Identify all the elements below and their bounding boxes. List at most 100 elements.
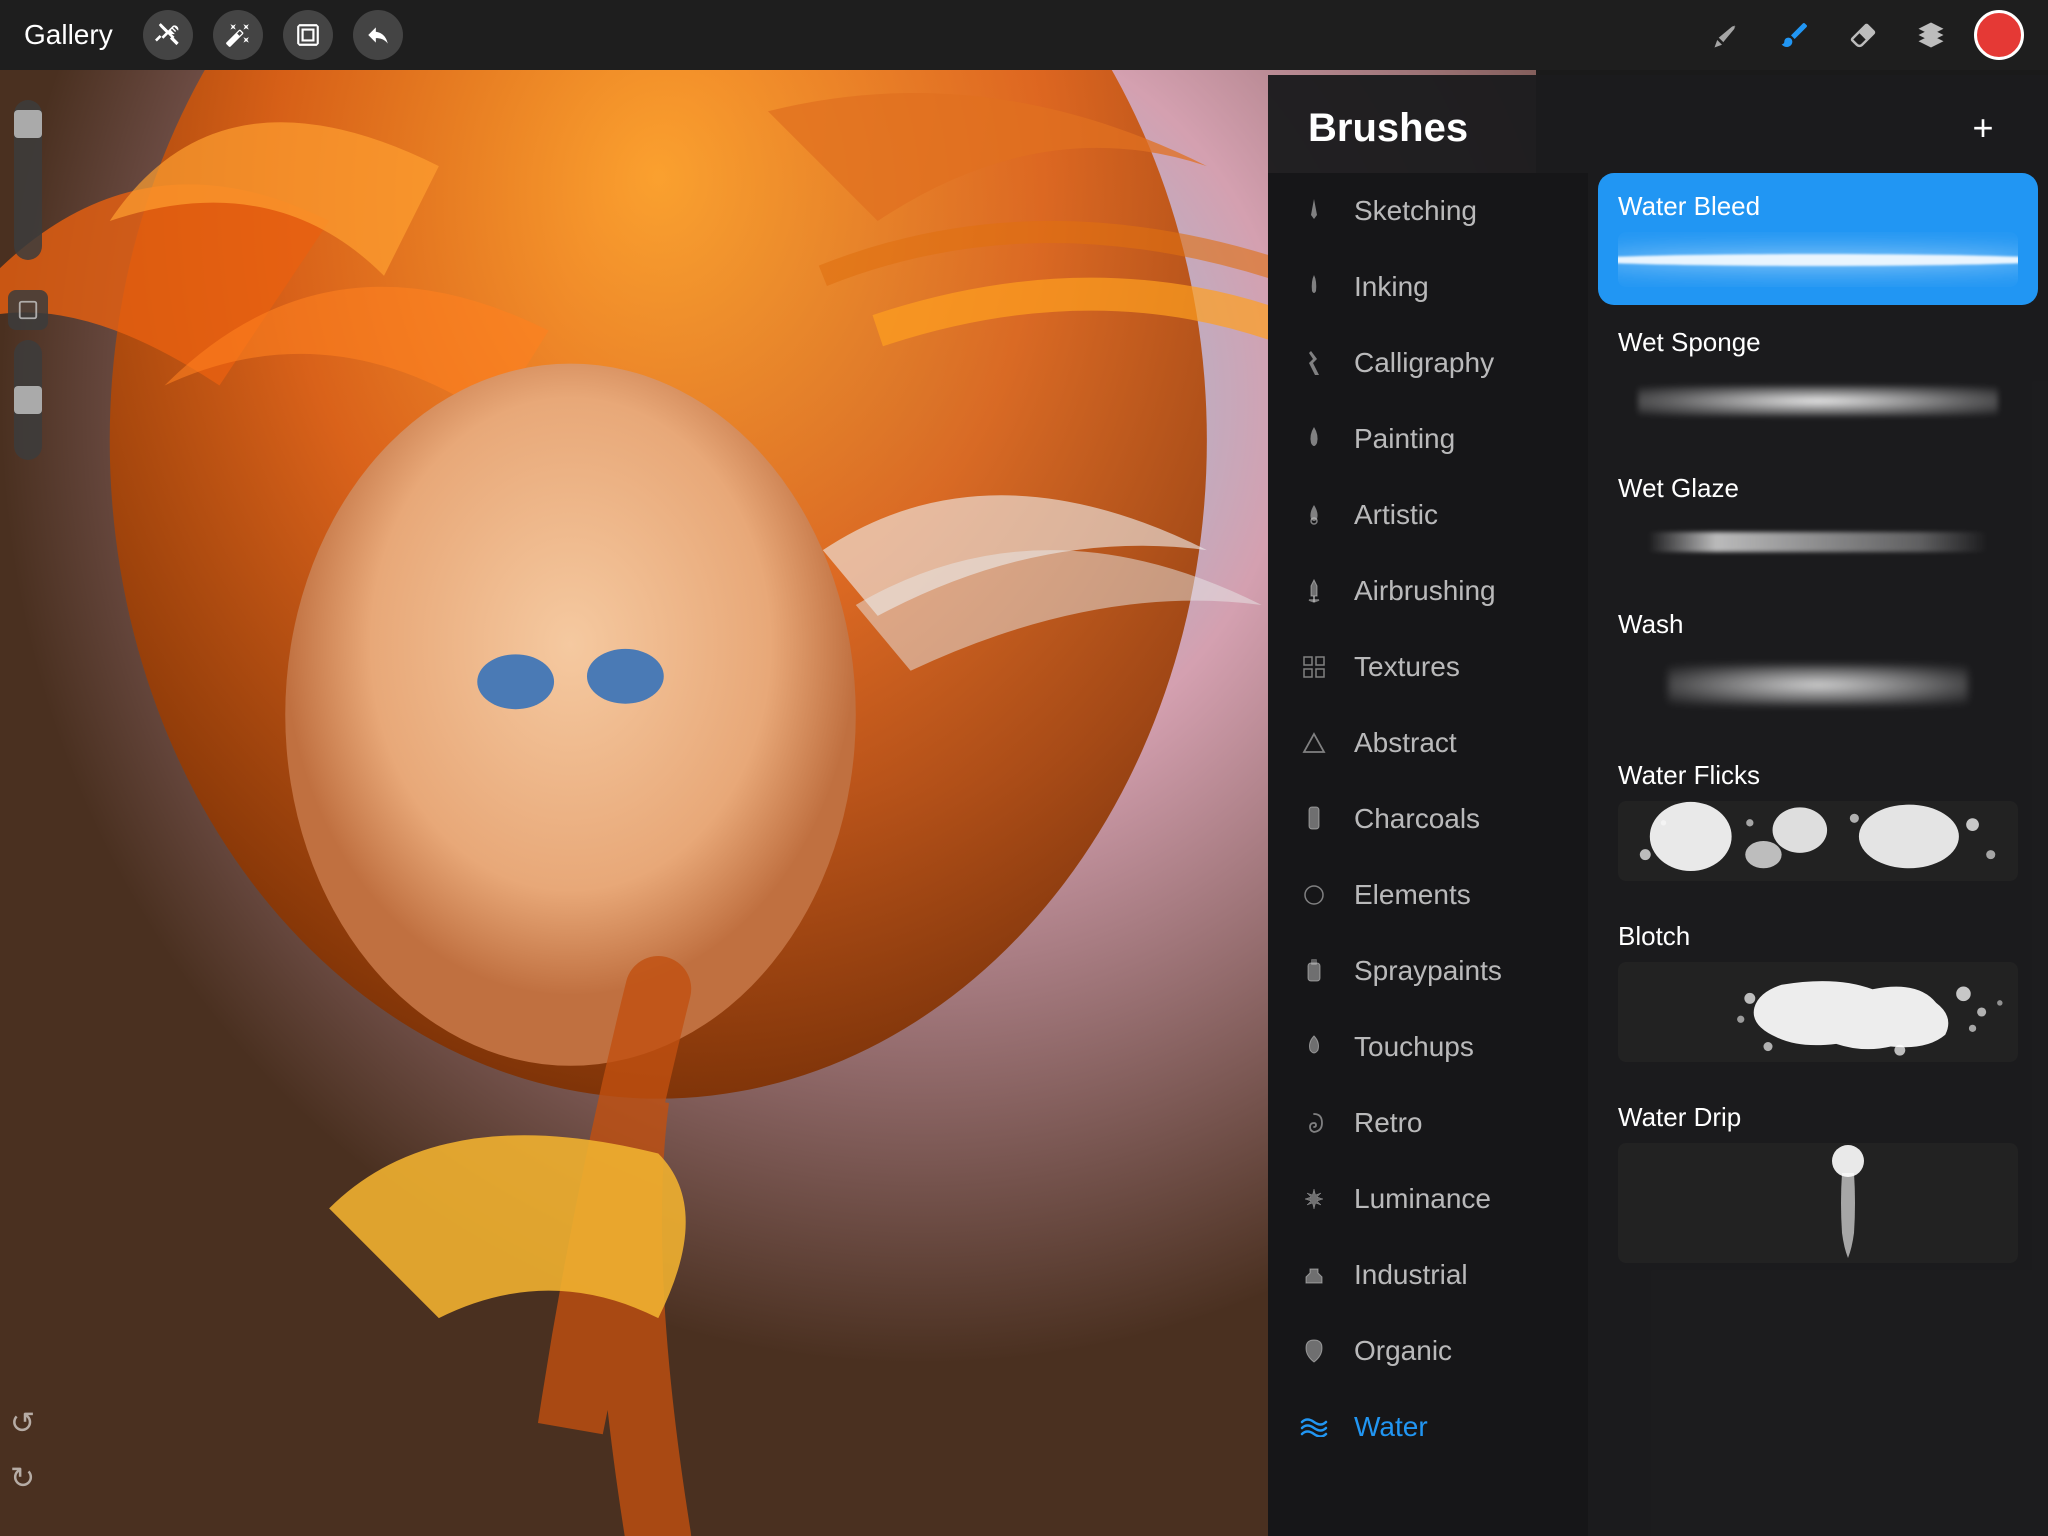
water-drip-stroke xyxy=(1808,1143,1888,1263)
pen-tool-button[interactable] xyxy=(1702,10,1752,60)
category-item-airbrushing[interactable]: Airbrushing xyxy=(1268,553,1588,629)
brush-item-wash[interactable]: Wash xyxy=(1598,591,2038,738)
category-item-industrial[interactable]: Industrial xyxy=(1268,1237,1588,1313)
wet-glaze-stroke xyxy=(1648,532,1988,552)
redo-button[interactable]: ↻ xyxy=(10,1461,35,1496)
organic-icon xyxy=(1296,1333,1332,1369)
calligraphy-icon xyxy=(1296,345,1332,381)
brush-name-wet-sponge: Wet Sponge xyxy=(1618,327,2018,358)
category-label-touchups: Touchups xyxy=(1354,1031,1474,1063)
layers-button[interactable] xyxy=(1906,10,1956,60)
category-label-luminance: Luminance xyxy=(1354,1183,1491,1215)
selection-tool-button[interactable] xyxy=(283,10,333,60)
brush-size-thumb[interactable] xyxy=(14,110,42,138)
painting-icon xyxy=(1296,421,1332,457)
brush-opacity-thumb[interactable] xyxy=(14,386,42,414)
category-item-spraypaints[interactable]: Spraypaints xyxy=(1268,933,1588,1009)
wash-stroke xyxy=(1668,665,1968,705)
category-label-sketching: Sketching xyxy=(1354,195,1477,227)
category-item-calligraphy[interactable]: Calligraphy xyxy=(1268,325,1588,401)
category-item-touchups[interactable]: Touchups xyxy=(1268,1009,1588,1085)
square-tool-button[interactable] xyxy=(8,290,48,330)
color-picker-button[interactable] xyxy=(1974,10,2024,60)
category-item-charcoals[interactable]: Charcoals xyxy=(1268,781,1588,857)
brushes-title: Brushes xyxy=(1308,106,1468,151)
category-label-retro: Retro xyxy=(1354,1107,1422,1139)
brush-preview-wet-glaze xyxy=(1618,514,2018,569)
brush-preview-water-flicks xyxy=(1618,801,2018,881)
category-item-sketching[interactable]: Sketching xyxy=(1268,173,1588,249)
category-item-abstract[interactable]: Abstract xyxy=(1268,705,1588,781)
transform-tool-button[interactable] xyxy=(353,10,403,60)
category-label-calligraphy: Calligraphy xyxy=(1354,347,1494,379)
brush-category-list: Sketching Inking Calligraphy Painting xyxy=(1268,173,1588,1536)
category-item-retro[interactable]: Retro xyxy=(1268,1085,1588,1161)
category-item-painting[interactable]: Painting xyxy=(1268,401,1588,477)
brush-list: Water Bleed Wet Sponge Wet Glaze xyxy=(1588,173,2048,1536)
water-flicks-stroke xyxy=(1618,801,2018,881)
brush-name-blotch: Blotch xyxy=(1618,921,2018,952)
magic-tool-button[interactable] xyxy=(213,10,263,60)
wet-sponge-stroke xyxy=(1638,386,1998,416)
category-label-inking: Inking xyxy=(1354,271,1429,303)
brush-preview-wash xyxy=(1618,650,2018,720)
spraypaints-icon xyxy=(1296,953,1332,989)
category-label-painting: Painting xyxy=(1354,423,1455,455)
undo-redo-controls: ↺ ↻ xyxy=(10,1406,35,1496)
touchups-icon xyxy=(1296,1029,1332,1065)
wrench-tool-button[interactable] xyxy=(143,10,193,60)
category-label-elements: Elements xyxy=(1354,879,1471,911)
category-label-industrial: Industrial xyxy=(1354,1259,1468,1291)
category-label-airbrushing: Airbrushing xyxy=(1354,575,1496,607)
blotch-stroke xyxy=(1618,962,2018,1062)
category-label-organic: Organic xyxy=(1354,1335,1452,1367)
brush-name-water-flicks: Water Flicks xyxy=(1618,760,2018,791)
category-item-textures[interactable]: Textures xyxy=(1268,629,1588,705)
category-item-inking[interactable]: Inking xyxy=(1268,249,1588,325)
category-item-organic[interactable]: Organic xyxy=(1268,1313,1588,1389)
category-item-water[interactable]: Water xyxy=(1268,1389,1588,1465)
sketching-icon xyxy=(1296,193,1332,229)
category-item-elements[interactable]: Elements xyxy=(1268,857,1588,933)
artistic-icon xyxy=(1296,497,1332,533)
brush-name-wet-glaze: Wet Glaze xyxy=(1618,473,2018,504)
brushes-panel: Brushes + Sketching Inking Ca xyxy=(1268,75,2048,1536)
water-bleed-stroke xyxy=(1618,254,2018,266)
brush-tool-button[interactable] xyxy=(1770,10,1820,60)
undo-button[interactable]: ↺ xyxy=(10,1406,35,1441)
category-label-abstract: Abstract xyxy=(1354,727,1457,759)
water-icon xyxy=(1296,1409,1332,1445)
brushes-body: Sketching Inking Calligraphy Painting xyxy=(1268,173,2048,1536)
category-label-water: Water xyxy=(1354,1411,1428,1443)
charcoals-icon xyxy=(1296,801,1332,837)
brush-size-slider[interactable] xyxy=(14,100,42,260)
left-sidebar xyxy=(0,80,55,460)
luminance-icon xyxy=(1296,1181,1332,1217)
brush-item-water-drip[interactable]: Water Drip xyxy=(1598,1084,2038,1281)
airbrushing-icon xyxy=(1296,573,1332,609)
category-item-luminance[interactable]: Luminance xyxy=(1268,1161,1588,1237)
industrial-icon xyxy=(1296,1257,1332,1293)
brush-name-water-drip: Water Drip xyxy=(1618,1102,2018,1133)
category-label-charcoals: Charcoals xyxy=(1354,803,1480,835)
brush-name-water-bleed: Water Bleed xyxy=(1618,191,2018,222)
gallery-button[interactable]: Gallery xyxy=(24,19,113,51)
brush-item-water-bleed[interactable]: Water Bleed xyxy=(1598,173,2038,305)
eraser-tool-button[interactable] xyxy=(1838,10,1888,60)
add-brush-button[interactable]: + xyxy=(1958,103,2008,153)
brush-preview-wet-sponge xyxy=(1618,368,2018,433)
textures-icon xyxy=(1296,649,1332,685)
brush-item-blotch[interactable]: Blotch xyxy=(1598,903,2038,1080)
brush-item-water-flicks[interactable]: Water Flicks xyxy=(1598,742,2038,899)
brush-preview-water-bleed xyxy=(1618,232,2018,287)
category-item-artistic[interactable]: Artistic xyxy=(1268,477,1588,553)
brush-item-wet-glaze[interactable]: Wet Glaze xyxy=(1598,455,2038,587)
brush-opacity-slider[interactable] xyxy=(14,340,42,460)
brush-preview-water-drip xyxy=(1618,1143,2018,1263)
inking-icon xyxy=(1296,269,1332,305)
abstract-icon xyxy=(1296,725,1332,761)
brush-item-wet-sponge[interactable]: Wet Sponge xyxy=(1598,309,2038,451)
category-label-spraypaints: Spraypaints xyxy=(1354,955,1502,987)
category-label-artistic: Artistic xyxy=(1354,499,1438,531)
top-toolbar: Gallery xyxy=(0,0,2048,70)
